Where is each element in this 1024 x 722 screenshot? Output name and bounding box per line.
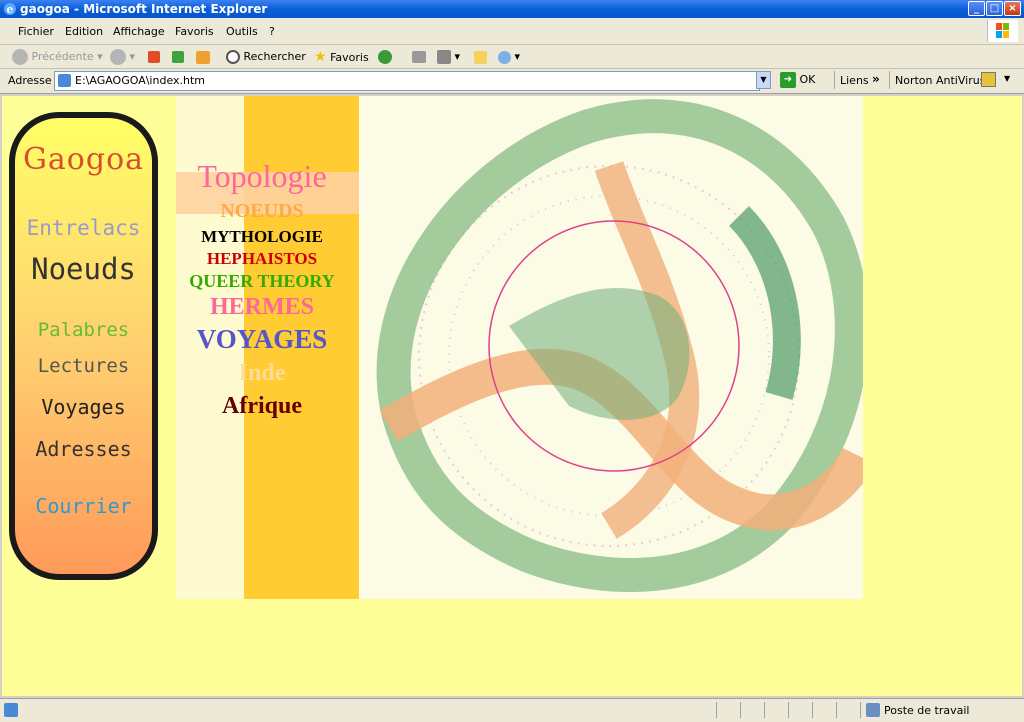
history-icon bbox=[378, 50, 392, 64]
discuss-button[interactable] bbox=[474, 48, 487, 66]
address-input[interactable]: E:\AGAOGOA\index.htm bbox=[54, 71, 760, 91]
status-zone: Poste de travail bbox=[884, 704, 970, 717]
go-arrow-icon: ➜ bbox=[780, 72, 796, 88]
back-button[interactable]: Précédente ▾ bbox=[12, 48, 103, 66]
menu-edition[interactable]: Edition bbox=[65, 25, 103, 38]
links-chevron-icon[interactable]: » bbox=[872, 72, 880, 86]
maximize-button[interactable]: □ bbox=[986, 1, 1003, 16]
menu-favoris[interactable]: Favoris bbox=[175, 25, 214, 38]
favorites-button[interactable]: ★ Favoris bbox=[314, 48, 369, 66]
messenger-button[interactable]: ▾ bbox=[498, 48, 520, 66]
status-cell bbox=[764, 702, 765, 718]
sidebar-item-voyages[interactable]: Voyages bbox=[15, 395, 152, 419]
status-cell bbox=[788, 702, 789, 718]
note-icon bbox=[474, 50, 487, 64]
forward-arrow-icon bbox=[110, 49, 126, 65]
search-button[interactable]: Rechercher bbox=[226, 48, 306, 66]
home-icon bbox=[196, 50, 210, 64]
print-button[interactable] bbox=[412, 48, 426, 66]
menu-bar: Fichier Edition Affichage Favoris Outils… bbox=[0, 18, 1024, 45]
menu-item-voyages[interactable]: VOYAGES bbox=[176, 324, 348, 355]
sidebar-item-palabres[interactable]: Palabres bbox=[15, 319, 152, 341]
stop-icon bbox=[148, 51, 160, 63]
ie-logo-icon: e bbox=[4, 3, 16, 16]
title-bar: e gaogoa - Microsoft Internet Explorer _… bbox=[0, 0, 1024, 18]
stop-button[interactable] bbox=[148, 48, 160, 66]
back-label: Précédente bbox=[31, 50, 94, 63]
menu-item-topologie[interactable]: Topologie bbox=[176, 158, 348, 195]
favorites-label: Favoris bbox=[330, 51, 369, 64]
divider bbox=[889, 71, 890, 89]
go-button[interactable]: ➜ OK bbox=[780, 72, 815, 88]
menu-item-hephaistos[interactable]: HEPHAISTOS bbox=[176, 249, 348, 269]
page-status-icon bbox=[4, 703, 18, 717]
refresh-icon bbox=[172, 51, 184, 63]
address-url: E:\AGAOGOA\index.htm bbox=[75, 74, 206, 87]
links-label[interactable]: Liens bbox=[840, 74, 869, 87]
sidebar-item-noeuds[interactable]: Noeuds bbox=[15, 252, 152, 286]
menu-item-inde[interactable]: Inde bbox=[176, 360, 348, 387]
refresh-button[interactable] bbox=[172, 48, 184, 66]
home-button[interactable] bbox=[196, 48, 210, 66]
windows-logo-icon bbox=[987, 20, 1018, 42]
sidebar-item-courrier[interactable]: Courrier bbox=[15, 494, 152, 518]
svg-text:e: e bbox=[7, 3, 14, 16]
status-cell bbox=[812, 702, 813, 718]
menu-item-hermes[interactable]: HERMES bbox=[176, 294, 348, 321]
close-button[interactable]: × bbox=[1004, 1, 1021, 16]
edit-icon bbox=[437, 50, 451, 64]
window-title: gaogoa - Microsoft Internet Explorer bbox=[20, 2, 268, 16]
antivirus-label[interactable]: Norton AntiVirus bbox=[895, 74, 985, 87]
menu-fichier[interactable]: Fichier bbox=[18, 25, 54, 38]
menu-outils[interactable]: Outils bbox=[226, 25, 258, 38]
antivirus-dropdown-icon[interactable]: ▼ bbox=[1004, 74, 1010, 83]
edit-button[interactable]: ▾ bbox=[437, 48, 460, 66]
messenger-icon bbox=[498, 50, 511, 64]
site-logo[interactable]: Gaogoa bbox=[15, 142, 152, 177]
forward-button[interactable]: ▾ bbox=[110, 48, 135, 66]
minimize-button[interactable]: _ bbox=[968, 1, 985, 16]
menu-item-noeuds[interactable]: NOEUDS bbox=[176, 200, 348, 223]
menu-item-mythologie[interactable]: MYTHOLOGIE bbox=[176, 227, 348, 247]
computer-icon bbox=[866, 703, 880, 717]
status-cell bbox=[836, 702, 837, 718]
antivirus-icon[interactable] bbox=[981, 72, 996, 87]
divider bbox=[834, 71, 835, 89]
status-bar: Poste de travail bbox=[0, 698, 1024, 722]
print-icon bbox=[412, 51, 426, 63]
star-icon: ★ bbox=[314, 49, 327, 65]
search-icon bbox=[226, 50, 240, 64]
menu-affichage[interactable]: Affichage bbox=[113, 25, 165, 38]
status-cell bbox=[716, 702, 717, 718]
address-label: Adresse bbox=[8, 74, 52, 87]
search-label: Rechercher bbox=[243, 50, 306, 63]
page-content: Gaogoa Entrelacs Noeuds Palabres Lecture… bbox=[2, 96, 1022, 696]
back-arrow-icon bbox=[12, 49, 28, 65]
sidebar-item-adresses[interactable]: Adresses bbox=[15, 437, 152, 461]
menu-help[interactable]: ? bbox=[269, 25, 275, 38]
sidebar-nav: Gaogoa Entrelacs Noeuds Palabres Lecture… bbox=[9, 112, 158, 580]
menu-item-queer-theory[interactable]: QUEER THEORY bbox=[176, 271, 348, 292]
status-cell bbox=[740, 702, 741, 718]
sidebar-item-entrelacs[interactable]: Entrelacs bbox=[15, 216, 152, 240]
toolbar: Précédente ▾ ▾ Rechercher ★ Favoris ▾ ▾ bbox=[0, 45, 1024, 69]
knot-artwork bbox=[359, 96, 863, 599]
go-label: OK bbox=[799, 73, 816, 86]
page-icon bbox=[58, 74, 71, 87]
address-bar: Adresse E:\AGAOGOA\index.htm ▼ ➜ OK Lien… bbox=[0, 69, 1024, 94]
status-cell bbox=[860, 702, 861, 718]
menu-item-afrique[interactable]: Afrique bbox=[176, 393, 348, 420]
address-dropdown[interactable]: ▼ bbox=[756, 71, 771, 89]
history-button[interactable] bbox=[378, 48, 392, 66]
sidebar-item-lectures[interactable]: Lectures bbox=[15, 355, 152, 377]
